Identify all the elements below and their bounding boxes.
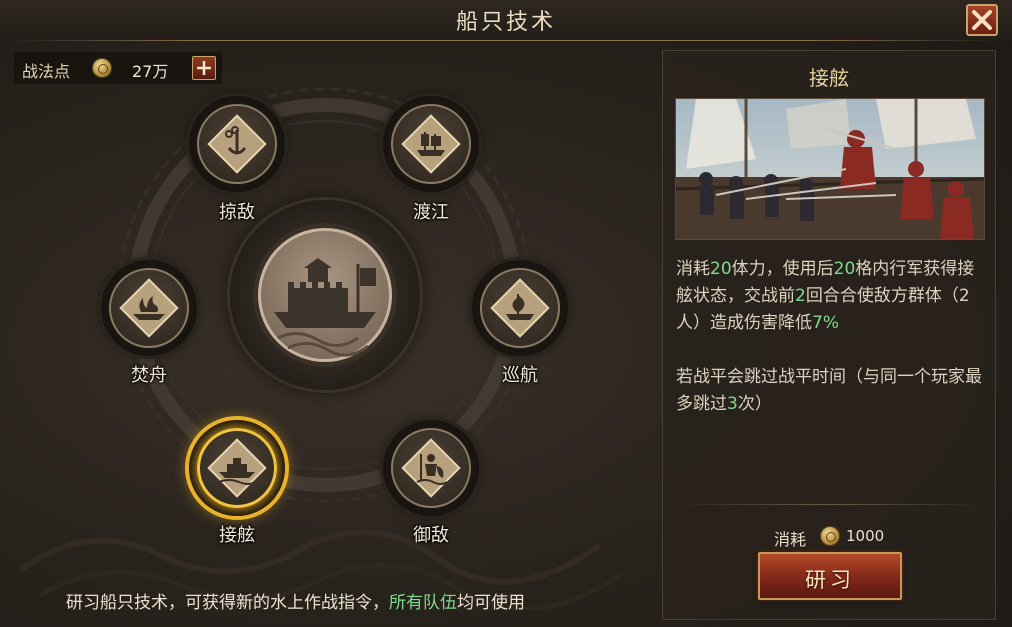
junk-ship-icon: [401, 114, 461, 174]
chain-anchor-icon: [207, 114, 267, 174]
tech-label-lue-di: 掠敌: [219, 202, 255, 223]
study-hint: 研习船只技术，可获得新的水上作战指令，所有队伍均可使用: [66, 588, 525, 613]
tech-node-lue-di[interactable]: [189, 96, 285, 192]
desc-text: 体力，使用后: [731, 259, 834, 279]
header-divider: [10, 40, 1002, 41]
study-button[interactable]: 研习: [758, 552, 902, 600]
study-button-label: 研习: [805, 568, 855, 592]
hint-suffix: 均可使用: [457, 593, 525, 613]
desc-highlight-value: 7%: [812, 313, 839, 333]
detail-title: 接舷: [809, 66, 849, 90]
detail-description: 消耗20体力，使用后20格内行军获得接舷状态，交战前2回合合使敌方群体（2人）造…: [676, 256, 982, 418]
tech-node-jie-xian[interactable]: [189, 420, 285, 516]
tech-node-fen-zhou[interactable]: [101, 260, 197, 356]
tech-label-du-jiang: 渡江: [413, 202, 449, 223]
desc-highlight-value: 20: [710, 259, 732, 279]
tech-label-jie-xian: 接舷: [219, 525, 255, 546]
hint-highlight: 所有队伍: [389, 593, 457, 613]
burning-ship-icon: [119, 278, 179, 338]
cost-label: 消耗: [774, 530, 807, 549]
desc-highlight-value: 2: [795, 286, 806, 306]
desc-text: 次）: [737, 394, 772, 414]
tech-label-yu-di: 御敌: [413, 525, 449, 546]
shield-soldier-icon: [401, 438, 461, 498]
boarding-boat-icon: [207, 438, 267, 498]
center-medallion: [258, 228, 392, 362]
hint-prefix: 研习船只技术，可获得新的水上作战指令，: [66, 593, 389, 613]
coin-icon: [820, 526, 840, 546]
tech-detail-panel: 接舷 消耗20体力，使用后20格内行军获得接舷状态，交战前2回合合使敌方群体（2…: [662, 50, 996, 620]
study-cost: 消耗 1000: [662, 524, 996, 549]
window-title: 船只技术: [455, 10, 556, 35]
tech-label-fen-zhou: 焚舟: [131, 365, 167, 386]
desc-text: 若战平会跳过战平时间（与同一个玩家最多跳过: [676, 367, 982, 414]
close-button[interactable]: [966, 4, 998, 36]
boarding-battle-illustration: [676, 99, 984, 239]
ship-tech-window: 船只技术 战法点 27万 掠敌 渡江 焚舟 巡航 接舷 御敌 研习船只技术，可获…: [0, 0, 1012, 627]
panel-divider: [672, 504, 986, 505]
cost-value: 1000: [846, 527, 885, 545]
warship-icon: [274, 258, 376, 357]
window-header: 船只技术: [0, 0, 1012, 40]
detail-desc-tiebreak: 若战平会跳过战平时间（与同一个玩家最多跳过3次）: [676, 364, 982, 418]
close-icon: [972, 10, 992, 30]
tech-node-xun-hang[interactable]: [472, 260, 568, 356]
tech-node-yu-di[interactable]: [383, 420, 479, 516]
desc-text: 消耗: [676, 259, 710, 279]
desc-highlight-value: 20: [833, 259, 856, 279]
tech-node-du-jiang[interactable]: [383, 96, 479, 192]
detail-desc-effect: 消耗20体力，使用后20格内行军获得接舷状态，交战前2回合合使敌方群体（2人）造…: [676, 256, 982, 337]
desc-highlight-value: 3: [727, 394, 738, 414]
sailing-ship-icon: [490, 278, 550, 338]
tech-label-xun-hang: 巡航: [502, 365, 538, 386]
